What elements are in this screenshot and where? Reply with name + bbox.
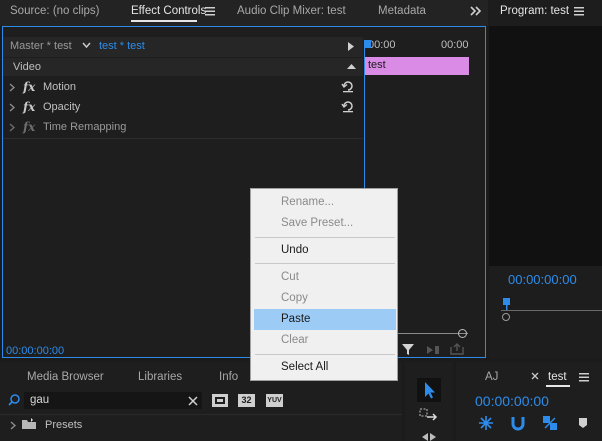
menu-item-rename[interactable]: Rename... xyxy=(251,192,399,213)
menu-item-cut[interactable]: Cut xyxy=(251,267,399,288)
tab-audio-clip-mixer[interactable]: Audio Clip Mixer: test xyxy=(237,0,346,22)
menu-item-clear[interactable]: Clear xyxy=(251,330,399,351)
playhead-icon[interactable] xyxy=(364,40,372,52)
timeline-menu-icon[interactable] xyxy=(579,372,590,382)
program-title[interactable]: Program: test xyxy=(500,0,569,22)
effect-row-opacity[interactable]: fx Opacity xyxy=(3,98,363,118)
chevron-right-icon[interactable] xyxy=(9,83,15,92)
fx-badge-icon[interactable]: fx xyxy=(23,120,35,134)
reset-icon[interactable] xyxy=(341,99,355,113)
play-triangle-icon[interactable] xyxy=(347,42,355,51)
collapse-up-icon[interactable] xyxy=(347,63,356,70)
sequence-clip-label[interactable]: test * test xyxy=(99,40,145,52)
program-menu-icon[interactable] xyxy=(574,6,585,16)
search-icon xyxy=(8,394,20,406)
export-icon[interactable] xyxy=(450,343,464,355)
timeline-timecode[interactable]: 00:00:00:00 xyxy=(475,393,549,409)
tab-aj[interactable]: AJ xyxy=(485,366,498,388)
clip-bar-label: test xyxy=(368,59,386,71)
close-icon[interactable] xyxy=(531,372,539,380)
chevron-right-icon[interactable] xyxy=(9,103,15,112)
divider xyxy=(0,414,402,415)
menu-item-copy[interactable]: Copy xyxy=(251,288,399,309)
menu-separator xyxy=(255,237,395,238)
search-input-value: gau xyxy=(30,394,50,406)
accelerated-effects-icon[interactable] xyxy=(212,394,228,407)
program-timecode[interactable]: 00:00:00:00 xyxy=(508,272,577,287)
chevron-right-icon[interactable] xyxy=(10,421,16,430)
linked-selection-icon[interactable] xyxy=(542,415,558,431)
video-section-header xyxy=(3,58,363,76)
tab-media-browser[interactable]: Media Browser xyxy=(27,366,104,388)
active-tab-underline xyxy=(131,20,197,22)
chevron-down-icon[interactable] xyxy=(82,42,91,49)
ruler-start-label: 00:00 xyxy=(368,39,396,51)
effect-controls-timecode[interactable]: 00:00:00:00 xyxy=(6,345,64,357)
context-menu: Rename... Save Preset... Undo Cut Copy P… xyxy=(250,188,398,381)
effect-label-motion: Motion xyxy=(43,81,77,93)
active-tab-underline xyxy=(546,385,570,387)
overflow-chevron-icon[interactable] xyxy=(470,5,482,17)
ripple-edit-tool-icon[interactable] xyxy=(420,432,438,441)
clear-search-icon[interactable] xyxy=(188,396,198,406)
folder-icon xyxy=(22,418,37,430)
master-clip-label[interactable]: Master * test xyxy=(10,40,72,52)
tab-source[interactable]: Source: (no clips) xyxy=(10,0,99,22)
chevron-right-icon[interactable] xyxy=(9,123,15,132)
divider xyxy=(3,138,363,139)
filter-icon[interactable] xyxy=(402,343,415,356)
play-only-audio-icon[interactable] xyxy=(426,344,440,355)
presets-folder-label[interactable]: Presets xyxy=(45,419,82,431)
add-marker-icon[interactable] xyxy=(578,417,588,429)
clip-bar[interactable]: test xyxy=(365,57,469,75)
program-video-area xyxy=(489,26,602,266)
track-select-tool-icon[interactable] xyxy=(419,407,439,425)
video-section-label: Video xyxy=(13,61,41,73)
selection-tool-button[interactable] xyxy=(417,378,441,402)
nest-sequence-icon[interactable] xyxy=(478,415,494,431)
effect-row-time-remapping[interactable]: fx Time Remapping xyxy=(3,118,363,138)
reset-icon[interactable] xyxy=(341,79,355,93)
tab-libraries[interactable]: Libraries xyxy=(138,366,182,388)
zoom-handle[interactable] xyxy=(458,329,467,338)
menu-item-undo[interactable]: Undo xyxy=(251,240,399,261)
yuv-effects-icon[interactable]: YUV xyxy=(266,394,283,407)
snap-magnet-icon[interactable] xyxy=(510,415,526,431)
tab-effect-controls[interactable]: Effect Controls xyxy=(131,0,206,22)
fx-badge-icon[interactable]: fx xyxy=(23,100,35,114)
effect-label-time-remapping: Time Remapping xyxy=(43,121,127,133)
tab-info[interactable]: Info xyxy=(219,366,238,388)
tab-metadata[interactable]: Metadata xyxy=(378,0,426,22)
menu-item-save-preset[interactable]: Save Preset... xyxy=(251,213,399,234)
menu-separator xyxy=(255,354,395,355)
menu-separator xyxy=(255,263,395,264)
32bit-effects-icon[interactable]: 32 xyxy=(238,394,255,407)
effect-row-motion[interactable]: fx Motion xyxy=(3,78,363,98)
menu-item-select-all[interactable]: Select All xyxy=(251,357,399,378)
panel-menu-icon[interactable] xyxy=(205,6,216,16)
ruler-end-label: 00:00 xyxy=(441,39,469,51)
search-input[interactable]: gau xyxy=(24,392,202,409)
program-ruler xyxy=(501,310,602,311)
fx-badge-icon[interactable]: fx xyxy=(23,80,35,94)
program-zoom-handle[interactable] xyxy=(502,313,510,321)
effect-label-opacity: Opacity xyxy=(43,101,81,113)
menu-item-paste[interactable]: Paste xyxy=(254,309,396,330)
